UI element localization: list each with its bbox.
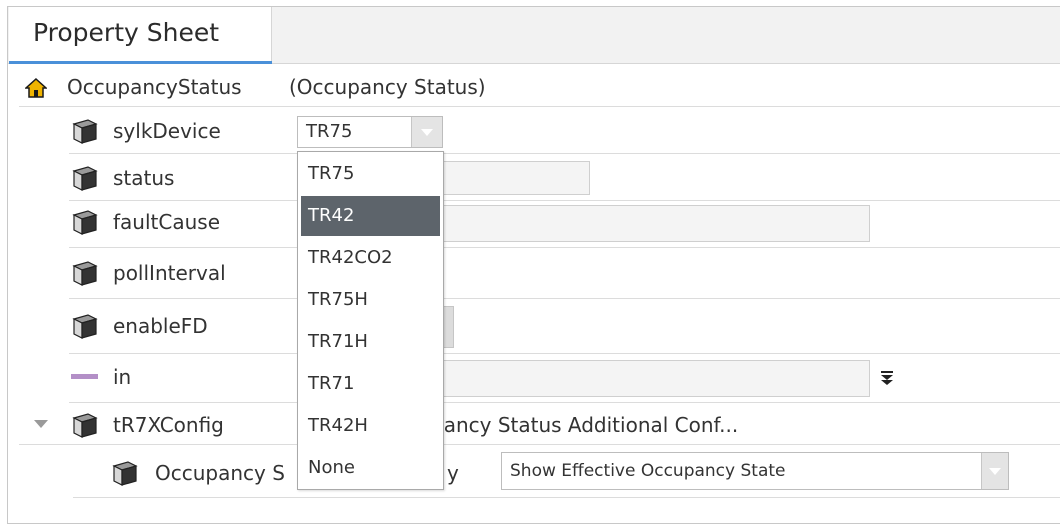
cube-icon	[72, 261, 98, 286]
tab-label: Property Sheet	[33, 18, 220, 47]
sylkdevice-select-value: TR75	[306, 121, 353, 142]
dropdown-option-tr42h[interactable]: TR42H	[301, 406, 440, 446]
root-name: OccupancyStatus	[67, 75, 242, 99]
prop-label-status: status	[113, 166, 175, 190]
tab-property-sheet[interactable]: Property Sheet	[9, 7, 272, 63]
in-field	[440, 360, 870, 397]
row-divider	[19, 444, 1060, 445]
prop-label-sylkdevice: sylkDevice	[113, 119, 221, 143]
sylkdevice-select[interactable]: TR75	[297, 116, 443, 148]
dropdown-option-tr42[interactable]: TR42	[301, 196, 440, 236]
prop-label-occupancy-tail: y	[447, 461, 459, 485]
cube-icon	[72, 119, 98, 144]
house-icon	[25, 78, 47, 98]
pin-arrow-icon[interactable]	[880, 370, 894, 386]
prop-label-enablefd: enableFD	[113, 314, 208, 338]
row-divider	[73, 497, 1060, 498]
prop-label-faultcause: faultCause	[113, 210, 220, 234]
dropdown-arrow-button[interactable]	[981, 453, 1008, 489]
prop-label-pollinterval: pollInterval	[113, 261, 226, 285]
dropdown-option-tr42co2[interactable]: TR42CO2	[301, 238, 440, 278]
dropdown-option-tr71h[interactable]: TR71H	[301, 322, 440, 362]
tr7xconfig-display-name: pancy Status Additional Conf...	[431, 413, 739, 437]
row-divider	[69, 402, 1060, 403]
prop-label-in: in	[113, 365, 132, 389]
cube-icon	[72, 210, 98, 235]
dropdown-option-none[interactable]: None	[301, 448, 440, 488]
cube-icon	[72, 314, 98, 339]
slot-bar-icon	[71, 374, 98, 379]
dropdown-option-tr75h[interactable]: TR75H	[301, 280, 440, 320]
chevron-down-icon	[421, 129, 433, 136]
row-divider	[69, 200, 1060, 201]
row-divider	[69, 153, 1060, 154]
cube-icon	[72, 413, 98, 438]
row-divider	[69, 247, 1060, 248]
dropdown-option-tr75[interactable]: TR75	[301, 154, 440, 194]
prop-label-tr7xconfig: tR7XConfig	[113, 413, 224, 437]
faultcause-field	[440, 205, 870, 242]
triangle-down-icon[interactable]	[33, 418, 49, 430]
cube-icon	[72, 166, 98, 191]
row-divider	[69, 353, 1060, 354]
occupancy-display-select[interactable]: Show Effective Occupancy State	[501, 452, 1009, 490]
status-field	[440, 161, 590, 195]
root-display-name: (Occupancy Status)	[289, 75, 486, 99]
dropdown-option-tr71[interactable]: TR71	[301, 364, 440, 404]
dropdown-arrow-button[interactable]	[411, 117, 442, 147]
cube-icon	[112, 461, 138, 486]
row-divider	[69, 298, 1060, 299]
chevron-down-icon	[989, 468, 1001, 475]
occupancy-select-value: Show Effective Occupancy State	[510, 461, 786, 481]
prop-label-occupancy: Occupancy S	[155, 461, 285, 485]
row-divider	[19, 106, 1060, 107]
sylkdevice-dropdown-list: TR75 TR42 TR42CO2 TR75H TR71H TR71 TR42H…	[297, 151, 444, 490]
tab-active-indicator	[9, 61, 272, 64]
